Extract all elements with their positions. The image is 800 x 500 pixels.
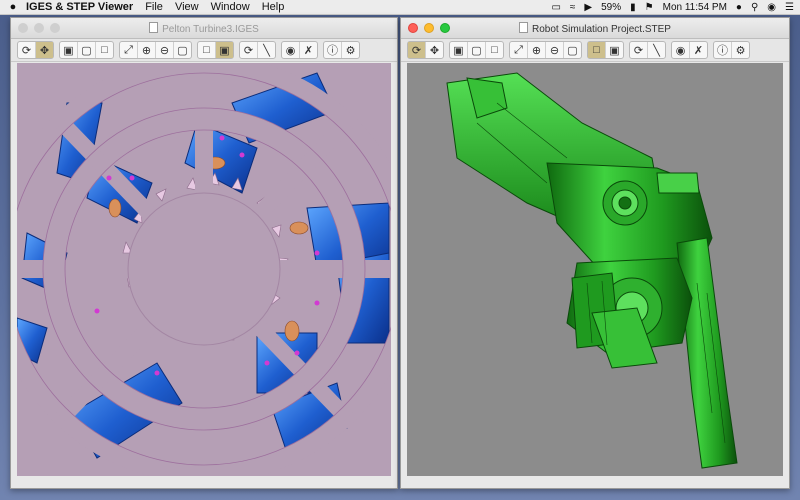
box-side-icon[interactable]: ▢ <box>468 42 486 58</box>
zoom-window-icon[interactable]: ▢ <box>174 42 191 58</box>
box-front-icon[interactable]: ▣ <box>60 42 78 58</box>
3d-viewport-turbine[interactable] <box>17 63 391 476</box>
settings-icon[interactable]: ⚙ <box>732 42 749 58</box>
show-icon[interactable]: ◉ <box>282 42 300 58</box>
document-icon <box>519 22 529 33</box>
box-top-icon[interactable]: □ <box>96 42 113 58</box>
ruler-icon[interactable]: ╲ <box>258 42 275 58</box>
show-icon[interactable]: ◉ <box>672 42 690 58</box>
ruler-icon[interactable]: ╲ <box>648 42 665 58</box>
pan-icon[interactable]: ✥ <box>426 42 443 58</box>
window-title: Pelton Turbine3.IGES <box>11 22 397 35</box>
title-bar[interactable]: Robot Simulation Project.STEP <box>401 18 789 39</box>
fit-all-icon[interactable]: ⤢ <box>510 42 528 58</box>
zoom-out-icon[interactable]: ⊖ <box>546 42 564 58</box>
wireframe-icon[interactable]: □ <box>198 42 216 58</box>
menu-help[interactable]: Help <box>262 1 285 13</box>
zoom-in-icon[interactable]: ⊕ <box>528 42 546 58</box>
hide-icon[interactable]: ✗ <box>300 42 317 58</box>
window-pelton-turbine[interactable]: Pelton Turbine3.IGES ⟳ ✥ ▣ ▢ □ ⤢ ⊕ ⊖ ▢ □ ▣ ⟳ ╲ ◉… <box>10 17 398 489</box>
toolbar: ⟳ ✥ ▣ ▢ □ ⤢ ⊕ ⊖ ▢ □ ▣ ⟳ ╲ ◉ ✗ ⓘ ⚙ <box>11 39 397 62</box>
document-icon <box>149 22 159 33</box>
siri-icon[interactable]: ◉ <box>767 2 776 13</box>
box-top-icon[interactable]: □ <box>486 42 503 58</box>
title-bar[interactable]: Pelton Turbine3.IGES <box>11 18 397 39</box>
status-area: ▭ ≈ ▶ 59% ▮ ⚑ Mon 11:54 PM ● ⚲ ◉ ☰ <box>551 0 794 14</box>
menu-window[interactable]: Window <box>211 1 250 13</box>
window-title: Robot Simulation Project.STEP <box>401 22 789 35</box>
clock[interactable]: Mon 11:54 PM <box>663 2 727 13</box>
rotate-icon[interactable]: ⟳ <box>408 42 426 58</box>
rotate-icon[interactable]: ⟳ <box>18 42 36 58</box>
user-icon[interactable]: ● <box>736 2 742 13</box>
menu-bar: ● IGES & STEP Viewer File View Window He… <box>0 0 800 15</box>
airplay-icon[interactable]: ▭ <box>551 2 560 13</box>
spin-icon[interactable]: ⟳ <box>240 42 258 58</box>
app-menu[interactable]: IGES & STEP Viewer <box>26 1 133 13</box>
window-robot-simulation[interactable]: Robot Simulation Project.STEP ⟳ ✥ ▣ ▢ □ ⤢ ⊕ ⊖… <box>400 17 790 489</box>
spin-icon[interactable]: ⟳ <box>630 42 648 58</box>
notification-center-icon[interactable]: ☰ <box>785 2 794 13</box>
battery-icon[interactable]: ▮ <box>630 2 636 13</box>
pelton-turbine-model <box>17 63 391 476</box>
search-icon[interactable]: ⚲ <box>751 2 758 13</box>
fit-all-icon[interactable]: ⤢ <box>120 42 138 58</box>
box-side-icon[interactable]: ▢ <box>78 42 96 58</box>
shaded-icon[interactable]: ▣ <box>216 42 233 58</box>
zoom-out-icon[interactable]: ⊖ <box>156 42 174 58</box>
hide-icon[interactable]: ✗ <box>690 42 707 58</box>
menu-view[interactable]: View <box>175 1 199 13</box>
shaded-icon[interactable]: ▣ <box>606 42 623 58</box>
zoom-in-icon[interactable]: ⊕ <box>138 42 156 58</box>
menu-file[interactable]: File <box>145 1 163 13</box>
wireframe-icon[interactable]: □ <box>588 42 606 58</box>
battery-percent[interactable]: 59% <box>601 2 621 13</box>
box-front-icon[interactable]: ▣ <box>450 42 468 58</box>
info-icon[interactable]: ⓘ <box>714 42 732 58</box>
apple-menu-icon[interactable]: ● <box>0 1 26 13</box>
pan-icon[interactable]: ✥ <box>36 42 53 58</box>
robot-arm-model <box>446 72 738 469</box>
3d-viewport-robot[interactable] <box>407 63 783 476</box>
wifi-icon[interactable]: ≈ <box>570 2 576 13</box>
info-icon[interactable]: ⓘ <box>324 42 342 58</box>
zoom-window-icon[interactable]: ▢ <box>564 42 581 58</box>
toolbar: ⟳ ✥ ▣ ▢ □ ⤢ ⊕ ⊖ ▢ □ ▣ ⟳ ╲ ◉ ✗ ⓘ ⚙ <box>401 39 789 62</box>
flag-icon[interactable]: ⚑ <box>645 2 654 13</box>
settings-icon[interactable]: ⚙ <box>342 42 359 58</box>
volume-icon[interactable]: ▶ <box>584 2 592 13</box>
